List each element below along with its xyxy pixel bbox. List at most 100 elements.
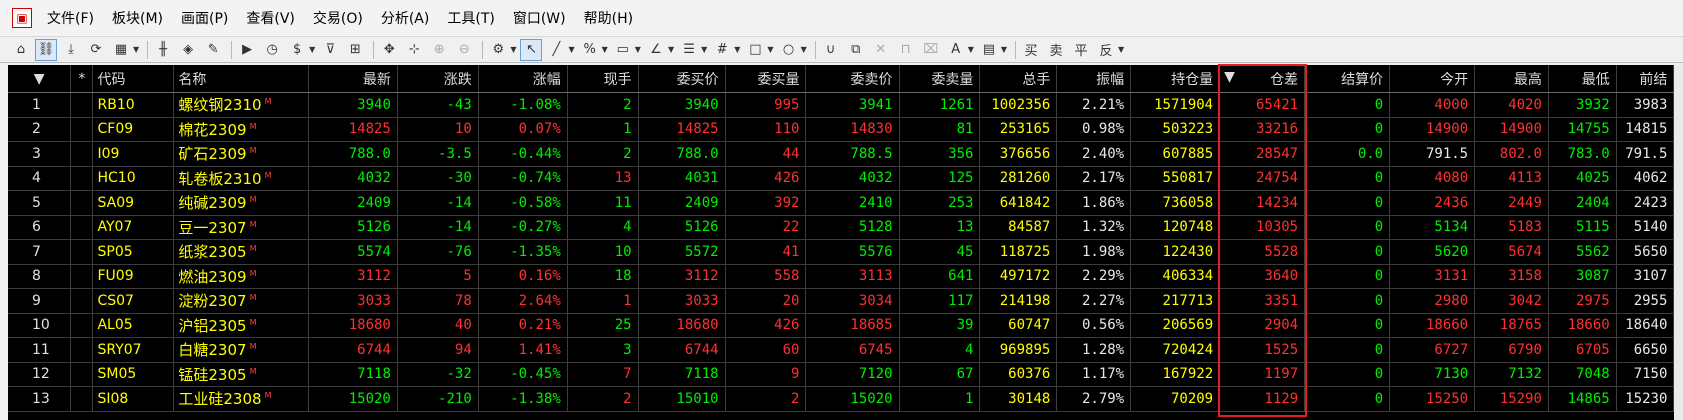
magnet-icon[interactable]: ∪ bbox=[820, 39, 842, 61]
expand-icon[interactable]: ⊞ bbox=[344, 39, 366, 61]
table-row[interactable]: 12 SM05 锰硅2305 M 7118 -32 -0.45% 7 7118 9 7120 67 60… bbox=[8, 362, 1674, 387]
chevron-down-icon[interactable]: ▼ bbox=[309, 45, 315, 54]
change-pct-value: -0.45% bbox=[510, 366, 561, 383]
chevron-down-icon[interactable]: ▼ bbox=[767, 45, 773, 54]
header-open[interactable]: 今开 bbox=[1389, 65, 1476, 93]
total-volume: 497172 bbox=[979, 264, 1058, 289]
header-settlement[interactable]: 结算价 bbox=[1304, 65, 1391, 93]
edit-icon[interactable]: ✎ bbox=[202, 39, 224, 61]
circle-icon[interactable]: ○ bbox=[778, 39, 800, 61]
header-oi-change[interactable]: ▼ 仓差 bbox=[1219, 65, 1306, 93]
table-row[interactable]: 6 AY07 豆一2307 M 5126 -14 -0.27% 4 5126 22 5128 13 84… bbox=[8, 215, 1674, 240]
channel-icon[interactable]: ☰ bbox=[678, 39, 700, 61]
menu-screen[interactable]: 画面(P) bbox=[172, 8, 237, 28]
text-color-icon[interactable]: A bbox=[945, 39, 967, 61]
header-bid-qty[interactable]: 委买量 bbox=[725, 65, 807, 93]
header-star[interactable]: * bbox=[70, 65, 94, 93]
filter-icon[interactable]: ⊽ bbox=[319, 39, 341, 61]
lock-icon[interactable]: ⊓ bbox=[895, 39, 917, 61]
rectangle-icon[interactable]: □ bbox=[744, 39, 766, 61]
table-row[interactable]: 10 AL05 沪铝2305 M 18680 40 0.21% 25 18680 426 18685… bbox=[8, 313, 1674, 338]
menu-analysis[interactable]: 分析(A) bbox=[372, 8, 439, 28]
bid-price: 5572 bbox=[638, 239, 726, 265]
chevron-down-icon[interactable]: ▼ bbox=[510, 45, 516, 54]
vertical-scrollbar[interactable] bbox=[1674, 65, 1683, 420]
chevron-down-icon[interactable]: ▼ bbox=[668, 45, 674, 54]
table-row[interactable]: 8 FU09 燃油2309 M 3112 5 0.16% 18 3112 558 3113 641 49… bbox=[8, 264, 1674, 289]
trash-icon[interactable]: ⌧ bbox=[920, 39, 942, 61]
grid-layout-icon[interactable]: ▦ bbox=[110, 39, 132, 61]
header-open-interest[interactable]: 持仓量 bbox=[1130, 65, 1221, 93]
table-row[interactable]: 4 HC10 轧卷板2310 M 4032 -30 -0.74% 13 4031 426 4032 1… bbox=[8, 166, 1674, 191]
menu-trade[interactable]: 交易(O) bbox=[304, 8, 372, 28]
header-change-pct[interactable]: 涨幅 bbox=[478, 65, 568, 93]
diamond-icon[interactable]: ◈ bbox=[177, 39, 199, 61]
download-icon[interactable]: ⤓ bbox=[60, 39, 82, 61]
header-amplitude[interactable]: 振幅 bbox=[1056, 65, 1132, 93]
clock-icon[interactable]: ◷ bbox=[261, 39, 283, 61]
table-row[interactable]: 1 RB10 螺纹钢2310 M 3940 -43 -1.08% 2 3940 995 3941 12… bbox=[8, 92, 1674, 118]
pin-icon[interactable]: ⊹ bbox=[403, 39, 425, 61]
header-current-volume[interactable]: 现手 bbox=[567, 65, 639, 93]
table-row[interactable]: 2 CF09 棉花2309 M 14825 10 0.07% 1 14825 110 14830 81… bbox=[8, 117, 1674, 142]
chevron-down-icon[interactable]: ▼ bbox=[1118, 45, 1124, 54]
menu-tools[interactable]: 工具(T) bbox=[438, 8, 503, 28]
chevron-down-icon[interactable]: ▼ bbox=[734, 45, 740, 54]
table-row[interactable]: 3 I09 矿石2309 M 788.0 -3.5 -0.44% 2 788.0 44 788.5 3… bbox=[8, 141, 1674, 167]
header-ask-price[interactable]: 委卖价 bbox=[805, 65, 900, 93]
angle-icon[interactable]: ∠ bbox=[645, 39, 667, 61]
save-icon[interactable]: ▤ bbox=[978, 39, 1000, 61]
header-ask-qty[interactable]: 委卖量 bbox=[899, 65, 981, 93]
header-high[interactable]: 最高 bbox=[1474, 65, 1549, 93]
chevron-down-icon[interactable]: ▼ bbox=[133, 45, 139, 54]
link-icon[interactable]: ⛓ bbox=[35, 38, 57, 61]
header-last[interactable]: 最新 bbox=[308, 65, 398, 93]
hash-grid-icon[interactable]: # bbox=[711, 39, 733, 61]
zoom-in-icon[interactable]: ⊕ bbox=[428, 39, 450, 61]
chevron-down-icon[interactable]: ▼ bbox=[568, 45, 574, 54]
cursor-icon[interactable]: ↖ bbox=[520, 38, 543, 61]
menu-sector[interactable]: 板块(M) bbox=[103, 8, 172, 28]
settings-icon[interactable]: ⚙ bbox=[487, 39, 509, 61]
header-low[interactable]: 最低 bbox=[1548, 65, 1617, 93]
chevron-down-icon[interactable]: ▼ bbox=[635, 45, 641, 54]
chevron-down-icon[interactable]: ▼ bbox=[968, 45, 974, 54]
percent-icon[interactable]: % bbox=[579, 39, 601, 61]
delete-icon[interactable]: ✕ bbox=[870, 39, 892, 61]
header-total-volume[interactable]: 总手 bbox=[979, 65, 1058, 93]
table-row[interactable]: 11 SRY07 白糖2307 M 6744 94 1.41% 3 6744 60 6745 4 969… bbox=[8, 337, 1674, 363]
header-pre-settle[interactable]: 前结 bbox=[1616, 65, 1674, 93]
play-icon[interactable]: ▶ bbox=[236, 39, 258, 61]
menu-window[interactable]: 窗口(W) bbox=[504, 8, 575, 28]
table-row[interactable]: 7 SP05 纸浆2305 M 5574 -76 -1.35% 10 5572 41 5576 45 1… bbox=[8, 239, 1674, 265]
sort-indicator-icon[interactable]: ▼ bbox=[8, 65, 72, 93]
close-position-button[interactable]: 平 bbox=[1070, 39, 1092, 61]
refresh-icon[interactable]: ⟳ bbox=[85, 39, 107, 61]
dollar-icon[interactable]: $ bbox=[286, 39, 308, 61]
menu-view[interactable]: 查看(V) bbox=[237, 8, 304, 28]
home-icon[interactable]: ⌂ bbox=[10, 39, 32, 61]
menu-help[interactable]: 帮助(H) bbox=[575, 8, 642, 28]
candlestick-icon[interactable]: ╫ bbox=[152, 39, 174, 61]
reverse-button[interactable]: 反 bbox=[1095, 39, 1117, 61]
chevron-down-icon[interactable]: ▼ bbox=[701, 45, 707, 54]
sell-button[interactable]: 卖 bbox=[1045, 39, 1067, 61]
amplitude: 1.28% bbox=[1056, 337, 1132, 363]
header-code[interactable]: 代码 bbox=[92, 65, 175, 93]
chevron-down-icon[interactable]: ▼ bbox=[801, 45, 807, 54]
chevron-down-icon[interactable]: ▼ bbox=[1001, 45, 1007, 54]
header-change[interactable]: 涨跌 bbox=[397, 65, 479, 93]
buy-button[interactable]: 买 bbox=[1020, 39, 1042, 61]
move-icon[interactable]: ✥ bbox=[378, 39, 400, 61]
table-row[interactable]: 13 SI08 工业硅2308 M 15020 -210 -1.38% 2 15010 2 1502… bbox=[8, 386, 1674, 412]
menu-file[interactable]: 文件(F) bbox=[38, 8, 103, 28]
copy-icon[interactable]: ⧉ bbox=[845, 39, 867, 61]
table-row[interactable]: 9 CS07 淀粉2307 M 3033 78 2.64% 1 3033 20 3034 117 214… bbox=[8, 288, 1674, 314]
line-tool-icon[interactable]: ╱ bbox=[545, 39, 567, 61]
chevron-down-icon[interactable]: ▼ bbox=[602, 45, 608, 54]
zoom-out-icon[interactable]: ⊖ bbox=[453, 39, 475, 61]
header-bid-price[interactable]: 委买价 bbox=[638, 65, 726, 93]
header-name[interactable]: 名称 bbox=[173, 65, 309, 93]
ruler-icon[interactable]: ▭ bbox=[612, 39, 634, 61]
table-row[interactable]: 5 SA09 纯碱2309 M 2409 -14 -0.58% 11 2409 392 2410 25… bbox=[8, 190, 1674, 216]
